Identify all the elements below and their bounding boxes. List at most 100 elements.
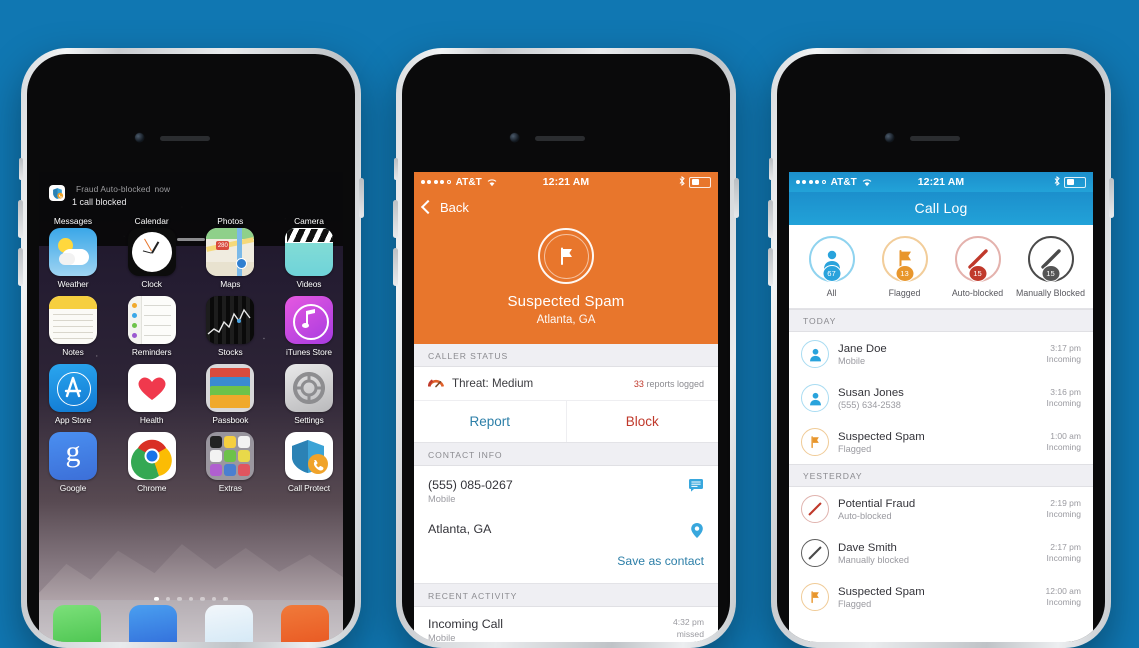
app-chrome[interactable]: Chrome [127, 432, 176, 493]
app-label-messages: Messages [53, 216, 93, 226]
call-direction: Incoming [1046, 553, 1082, 564]
app-reminders[interactable]: Reminders [127, 296, 176, 357]
music-icon[interactable] [281, 605, 329, 642]
call-log-filters: 67 All 13 Flagged 15 Auto-blocked 15 Man… [789, 225, 1093, 310]
mail-icon[interactable] [129, 605, 177, 642]
passbook-icon [206, 364, 255, 412]
notes-icon [49, 296, 97, 344]
blocked-slash-icon [801, 495, 829, 524]
threat-row[interactable]: Threat: Medium 33 reports logged [414, 367, 718, 401]
volume-down-button[interactable] [393, 248, 398, 286]
contact-location-row[interactable]: Atlanta, GA [414, 514, 718, 548]
phone-glass: Fraud Auto-blocked now 1 call blocked Mes… [27, 54, 355, 642]
app-clock[interactable]: Clock [127, 228, 176, 289]
app-label: Google [59, 483, 87, 493]
app-label: Stocks [218, 347, 243, 357]
call-protect-app-icon [49, 185, 65, 201]
flag-icon [801, 583, 829, 612]
notification-title: Fraud Auto-blocked now [72, 184, 170, 195]
contact-phone-row[interactable]: (555) 085-0267 Mobile [414, 466, 718, 514]
flag-icon [801, 428, 829, 457]
contact-location: Atlanta, GA [428, 522, 492, 536]
back-label: Back [440, 199, 469, 215]
threat-left: Threat: Medium [427, 376, 533, 391]
volume-up-button[interactable] [18, 200, 23, 238]
app-label-calendar: Calendar [134, 216, 169, 226]
volume-up-button[interactable] [393, 200, 398, 238]
call-time: 2:19 pm [1050, 497, 1081, 508]
app-label: Extras [218, 483, 242, 493]
recent-activity-row[interactable]: Incoming Call Mobile 4:32 pm missed [414, 607, 718, 642]
call-log-row[interactable]: Suspected Spam Flagged 1:00 am Incoming [789, 420, 1093, 465]
caller-name: Susan Jones [838, 386, 904, 399]
silent-switch[interactable] [769, 158, 773, 180]
call-log-row[interactable]: Jane Doe Mobile 3:17 pm Incoming [789, 332, 1093, 377]
front-camera-icon [135, 133, 144, 142]
call-time-block: 3:16 pm Incoming [1047, 387, 1082, 410]
filter-manually-blocked[interactable]: 15 Manually Blocked [1014, 236, 1087, 298]
volume-down-button[interactable] [768, 248, 773, 286]
filter-flagged[interactable]: 13 Flagged [868, 236, 941, 298]
app-maps[interactable]: 280 Maps [206, 228, 255, 289]
report-button[interactable]: Report [414, 401, 567, 442]
call-direction: Incoming [1046, 398, 1082, 409]
health-icon [127, 364, 176, 412]
call-time-block: 2:19 pm Incoming [1047, 498, 1082, 521]
section-today-label: TODAY [789, 309, 1093, 333]
filter-flagged-circle: 13 [881, 236, 928, 282]
silent-switch[interactable] [19, 158, 23, 180]
app-health[interactable]: Health [127, 364, 176, 425]
volume-up-button[interactable] [768, 200, 773, 238]
call-log-row[interactable]: Dave Smith Manually blocked 2:17 pm Inco… [789, 531, 1093, 576]
map-pin-icon[interactable] [690, 522, 704, 544]
recent-activity-section-label: RECENT ACTIVITY [414, 584, 718, 607]
message-icon[interactable] [688, 478, 704, 497]
volume-down-button[interactable] [18, 248, 23, 286]
block-button[interactable]: Block [567, 401, 719, 442]
power-button[interactable] [359, 178, 364, 218]
call-log-row[interactable]: Suspected Spam Flagged 12:00 am Incoming [789, 575, 1093, 620]
app-videos[interactable]: Videos [284, 228, 333, 289]
app-call-protect[interactable]: Call Protect [284, 432, 333, 493]
maps-icon: 280 [206, 228, 255, 276]
call-direction: Incoming [1046, 442, 1082, 453]
app-app-store[interactable]: App Store [49, 364, 97, 425]
save-as-contact-link[interactable]: Save as contact [617, 554, 704, 568]
caller-name: Potential Fraud [838, 497, 916, 510]
app-weather[interactable]: Weather [49, 228, 97, 289]
power-button[interactable] [734, 178, 739, 218]
app-passbook[interactable]: Passbook [206, 364, 255, 425]
battery-icon [1064, 176, 1086, 188]
filter-auto-blocked[interactable]: 15 Auto-blocked [941, 236, 1014, 298]
phone1-screen: Fraud Auto-blocked now 1 call blocked Mes… [39, 172, 343, 642]
caller-sub: Manually blocked [838, 554, 909, 565]
filter-all[interactable]: 67 All [795, 236, 868, 298]
filter-all-badge: 67 [822, 265, 841, 282]
filter-manually-blocked-badge: 15 [1041, 265, 1060, 282]
app-label: Call Protect [287, 483, 331, 493]
call-time: 12:00 am [1045, 585, 1081, 596]
contact-location-text: Atlanta, GA [428, 522, 491, 536]
call-time-block: 1:00 am Incoming [1047, 431, 1082, 454]
call-time: 2:17 pm [1050, 541, 1081, 552]
phone2-screen: AT&T 12:21 AM Back Suspected Spam Atlant… [414, 172, 718, 642]
call-log-row[interactable]: Potential Fraud Auto-blocked 2:19 pm Inc… [789, 487, 1093, 532]
app-google[interactable]: g Google [49, 432, 97, 493]
call-log-row[interactable]: Susan Jones (555) 634-2538 3:16 pm Incom… [789, 376, 1093, 421]
power-button[interactable] [1109, 178, 1114, 218]
silent-switch[interactable] [394, 158, 398, 180]
app-itunes-store[interactable]: iTunes Store [284, 296, 333, 357]
call-log-text: Dave Smith Manually blocked [838, 542, 909, 565]
app-extras-folder[interactable]: Extras [206, 432, 255, 493]
safari-icon[interactable] [205, 605, 253, 642]
call-log-text: Susan Jones (555) 634-2538 [838, 387, 904, 410]
app-stocks[interactable]: Stocks [206, 296, 255, 357]
app-label: Chrome [137, 483, 167, 493]
app-row: Weather Clock 280 Maps Videos [49, 228, 333, 289]
save-as-contact-row[interactable]: Save as contact [414, 548, 718, 584]
back-button[interactable]: Back [414, 192, 718, 222]
app-notes[interactable]: Notes [49, 296, 97, 357]
phone-icon[interactable] [53, 605, 101, 642]
app-settings[interactable]: Settings [284, 364, 333, 425]
earpiece-speaker [910, 136, 960, 141]
